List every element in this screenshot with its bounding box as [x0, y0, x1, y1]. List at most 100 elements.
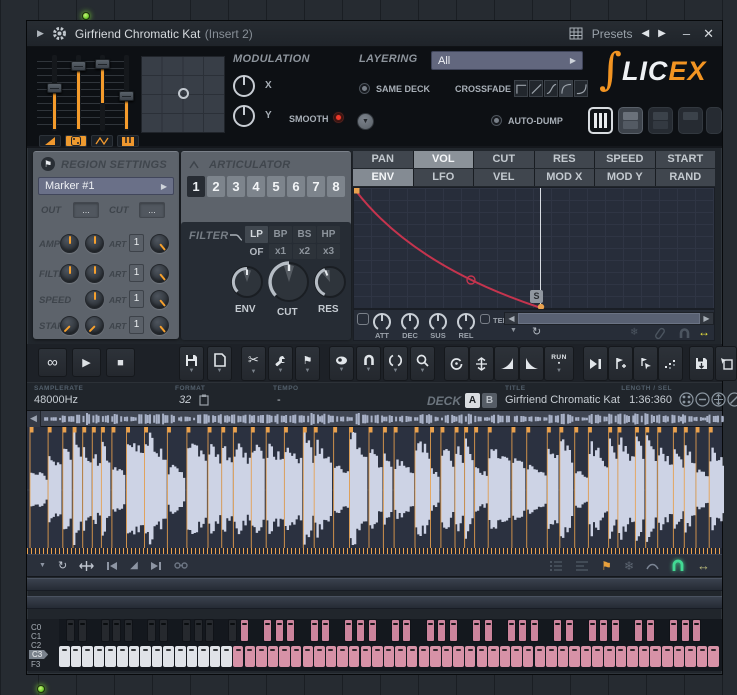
articulator-slot-1[interactable]: 1 [187, 176, 205, 197]
piano-key[interactable] [638, 646, 650, 667]
select-tool-button[interactable]: ▼ [383, 346, 408, 381]
piano-key[interactable] [325, 646, 337, 667]
piano-key[interactable] [372, 646, 383, 667]
piano-key-black[interactable] [483, 619, 493, 642]
piano-key-black[interactable] [367, 619, 377, 642]
piano-key[interactable] [534, 646, 546, 667]
piano-key[interactable] [117, 646, 128, 667]
waveform-overview-scrollbar[interactable]: ◀ [27, 411, 724, 427]
piano-key[interactable] [476, 646, 488, 667]
same-deck-radio[interactable] [359, 83, 370, 94]
piano-key-black[interactable] [402, 619, 412, 642]
piano-key[interactable] [580, 646, 592, 667]
attack-knob[interactable] [371, 311, 393, 333]
piano-mode-button[interactable] [117, 135, 139, 147]
piano-key[interactable] [488, 646, 499, 667]
waveform-editor[interactable] [27, 427, 732, 554]
crossfade-concave-icon[interactable] [559, 80, 573, 97]
piano-key-black[interactable] [553, 619, 562, 642]
filter-type-bp[interactable]: BP [269, 226, 292, 243]
envelope-scrollbar[interactable]: ◀ ▶ [504, 312, 714, 325]
piano-key[interactable] [140, 646, 151, 667]
snap-magnet-icon[interactable] [671, 559, 685, 572]
amp-art-knob[interactable] [150, 234, 169, 253]
pan-view-icon[interactable] [711, 392, 726, 407]
stop-button[interactable]: ■ [106, 348, 135, 377]
piano-key[interactable] [708, 646, 719, 667]
xy-pad-handle[interactable] [178, 88, 189, 99]
piano-key[interactable] [511, 646, 522, 667]
piano-key-black[interactable] [263, 619, 273, 642]
piano-key-black[interactable] [274, 619, 284, 642]
snap-tool-button[interactable]: ▼ [356, 346, 381, 381]
tab-vol[interactable]: VOL [413, 151, 473, 168]
overview-waveform[interactable] [27, 411, 724, 427]
piano-key[interactable] [244, 646, 256, 667]
piano-key[interactable] [128, 646, 140, 667]
slider-4[interactable] [119, 55, 134, 131]
piano-key[interactable] [522, 646, 534, 667]
slur-icon[interactable] [646, 561, 659, 571]
piano-key[interactable] [302, 646, 314, 667]
presets-label[interactable]: Presets [592, 27, 633, 41]
envelope-reset-icon[interactable]: ↻ [532, 325, 541, 338]
piano-key[interactable] [685, 646, 696, 667]
piano-key[interactable] [406, 646, 418, 667]
piano-key-black[interactable] [182, 619, 191, 642]
piano-key[interactable] [93, 646, 105, 667]
tab-rand[interactable]: RAND [655, 169, 715, 186]
amp-knob-1[interactable] [60, 234, 79, 253]
sustain-badge[interactable]: S [530, 290, 543, 303]
minimize-icon[interactable]: – [683, 26, 690, 41]
crossfade-step-icon[interactable] [514, 80, 528, 97]
piano-key[interactable] [604, 646, 615, 667]
piano-key[interactable] [662, 646, 673, 667]
piano-key-black[interactable] [599, 619, 609, 642]
start-knob-2[interactable] [85, 316, 104, 335]
save-as-button[interactable] [689, 346, 714, 381]
articulator-slot-8[interactable]: 8 [327, 176, 345, 197]
dc-offset-button[interactable] [469, 346, 494, 381]
piano-key[interactable] [696, 646, 708, 667]
articulator-slot-4[interactable]: 4 [247, 176, 265, 197]
layout-split-button[interactable] [618, 107, 643, 134]
piano-key[interactable] [314, 646, 325, 667]
zoom-tool-button[interactable]: ▼ [410, 346, 435, 381]
cut-value-box[interactable]: ... [139, 202, 165, 218]
piano-key[interactable] [673, 646, 685, 667]
scroll-left-icon[interactable]: ◀ [505, 313, 518, 324]
out-value-box[interactable]: ... [73, 202, 99, 218]
articulator-slot-5[interactable]: 5 [267, 176, 285, 197]
sustain-knob[interactable] [427, 311, 449, 333]
resonance-knob[interactable] [312, 264, 348, 300]
mod-y-knob[interactable] [231, 103, 257, 129]
layout-none-button[interactable] [706, 107, 722, 134]
marker-list-icon[interactable] [549, 560, 563, 572]
dice-mode-button[interactable] [65, 135, 87, 147]
tab-vel[interactable]: VEL [474, 169, 534, 186]
piano-key[interactable] [175, 646, 186, 667]
declick-icon[interactable] [79, 560, 95, 572]
tab-mod-y[interactable]: MOD Y [595, 169, 655, 186]
piano-key[interactable] [499, 646, 511, 667]
magnet-icon[interactable] [678, 327, 691, 339]
piano-key[interactable] [267, 646, 279, 667]
snap-end-icon[interactable] [150, 561, 162, 571]
filter-shape-icon[interactable] [229, 232, 243, 242]
piano-key-black[interactable] [634, 619, 644, 642]
piano-key[interactable] [163, 646, 174, 667]
piano-key[interactable] [627, 646, 638, 667]
filter-mult-x1[interactable]: x1 [269, 244, 292, 259]
no-snap-icon[interactable] [727, 392, 737, 407]
piano-key[interactable] [279, 646, 290, 667]
piano-key[interactable] [418, 646, 430, 667]
piano-key[interactable] [650, 646, 661, 667]
fade-out-button[interactable] [519, 346, 544, 381]
piano-key[interactable] [615, 646, 627, 667]
piano-key[interactable] [441, 646, 453, 667]
piano-key[interactable] [337, 646, 348, 667]
piano-key-black[interactable] [193, 619, 203, 642]
layout-keys-button[interactable] [588, 107, 613, 134]
decay-knob[interactable] [399, 311, 421, 333]
paste-new-button[interactable] [715, 346, 737, 381]
